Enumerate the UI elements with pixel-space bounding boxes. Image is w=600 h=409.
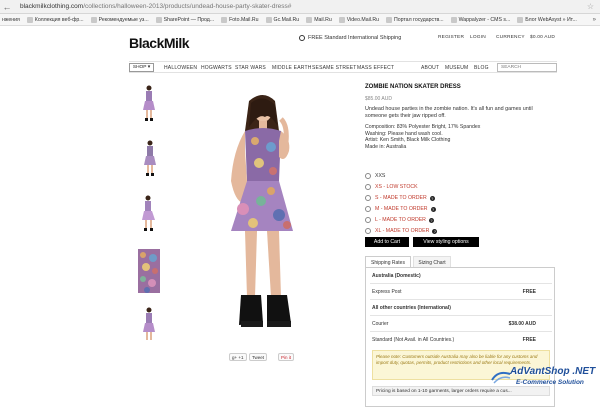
size-radio[interactable] (365, 195, 371, 201)
nav-mass-effect[interactable]: MASS EFFECT (357, 65, 394, 71)
url-text[interactable]: blackmilkclothing.com/collections/hallow… (20, 3, 291, 10)
washing-text: Washing: Please hand wash cool. (365, 130, 443, 137)
divider (370, 315, 552, 316)
help-icon[interactable]: ? (430, 206, 436, 212)
size-radio[interactable] (365, 184, 371, 190)
help-icon[interactable]: ? (432, 228, 438, 234)
page-icon (26, 16, 33, 23)
page-icon (265, 16, 272, 23)
page-icon (338, 16, 345, 23)
shipping-banner: FREE Standard International Shipping (299, 35, 401, 41)
product-thumbnail[interactable] (138, 84, 160, 122)
search-input[interactable]: SEARCH (497, 63, 557, 72)
product-thumbnail[interactable] (138, 194, 160, 232)
product-specs: Composition: 83% Polyester Bright, 17% S… (365, 124, 565, 150)
nav-sesame-street[interactable]: SESAME STREET (312, 65, 357, 71)
divider (370, 299, 552, 300)
product-description: Undead house parties in the zombie natio… (365, 106, 533, 119)
page-icon (90, 16, 97, 23)
help-icon[interactable]: ? (428, 217, 434, 223)
more-bookmarks-icon[interactable]: » (593, 17, 596, 23)
product-title: ZOMBIE NATION SKATER DRESS (365, 84, 461, 90)
styling-options-button[interactable]: View styling options (413, 237, 479, 247)
bookmark-item[interactable]: Блог WebAsyst » Ит... (517, 16, 577, 23)
help-icon[interactable]: ? (429, 195, 435, 201)
shop-dropdown[interactable]: SHOP ▾ (129, 63, 154, 72)
standard-row: Standard (Not Avail. in All Countries.) F… (372, 337, 536, 343)
domestic-heading: Australia (Domestic) (372, 273, 421, 279)
made-in-text: Made in: Australia (365, 143, 407, 150)
size-option[interactable]: XS - LOW STOCK (365, 183, 421, 191)
main-nav: SHOP ▾ HALLOWEEN HOGWARTS STAR WARS MIDD… (129, 61, 557, 73)
page-icon (450, 16, 457, 23)
page-icon (221, 16, 228, 23)
product-thumbnail[interactable] (138, 306, 160, 344)
page-icon (385, 16, 392, 23)
cart-link[interactable]: $0.00 AUD (530, 35, 555, 40)
nav-star-wars[interactable]: STAR WARS (235, 65, 266, 71)
bookmark-item[interactable]: Рекомендуемые уз... (90, 16, 149, 23)
register-link[interactable]: REGISTER (438, 35, 464, 40)
swirl-logo-icon (491, 371, 511, 384)
express-row: Express Post FREE (372, 289, 536, 295)
currency-link[interactable]: CURRENCY (496, 35, 525, 40)
bookmark-item[interactable]: Gc.Mail.Ru (265, 16, 299, 23)
divider (370, 331, 552, 332)
bookmark-item[interactable]: SharePoint — Прод... (155, 16, 214, 23)
fabric-print-thumbnail[interactable] (138, 249, 160, 293)
bookmark-item[interactable]: Video.Mail.Ru (338, 16, 379, 23)
size-radio[interactable] (365, 173, 371, 179)
product-main-image[interactable] (209, 91, 317, 341)
size-option[interactable]: S - MADE TO ORDER? (365, 194, 435, 202)
nav-blog[interactable]: BLOG (474, 65, 489, 71)
international-heading: All other countries (International) (372, 305, 451, 311)
size-radio[interactable] (365, 217, 371, 223)
size-radio[interactable] (365, 206, 371, 212)
bookmarks-bar: нжения Коллекция веб-фр... Рекомендуемые… (0, 14, 600, 26)
address-bar[interactable]: ← blackmilkclothing.com/collections/hall… (0, 0, 600, 14)
gplus-button[interactable]: g+ +1 (229, 353, 247, 361)
add-to-cart-button[interactable]: Add to Cart (365, 237, 409, 247)
bookmark-prefix[interactable]: нжения (2, 17, 20, 23)
size-option[interactable]: L - MADE TO ORDER? (365, 216, 434, 224)
page-icon (306, 16, 313, 23)
product-price: $85.00 AUD (365, 96, 392, 102)
size-option[interactable]: XL - MADE TO ORDER? (365, 227, 438, 235)
page-icon (517, 16, 524, 23)
globe-icon (299, 35, 305, 41)
bookmark-item[interactable]: Foto.Mail.Ru (221, 16, 259, 23)
artist-text: Artist: Ken Smith, Black Milk Clothing (365, 137, 451, 144)
nav-halloween[interactable]: HALLOWEEN (164, 65, 197, 71)
bookmark-item[interactable]: Wappalyzer - CMS s... (450, 16, 510, 23)
bookmark-item[interactable]: Портал государств... (385, 16, 444, 23)
size-option[interactable]: M - MADE TO ORDER? (365, 205, 436, 213)
bookmark-item[interactable]: Коллекция веб-фр... (26, 16, 84, 23)
back-icon[interactable]: ← (0, 2, 14, 12)
courier-row: Courier $38.00 AUD (372, 321, 536, 327)
size-radio[interactable] (365, 228, 371, 234)
nav-museum[interactable]: MUSEUM (445, 65, 468, 71)
login-link[interactable]: LOGIN (470, 35, 486, 40)
divider (370, 283, 552, 284)
bookmark-item[interactable]: Mail.Ru (306, 16, 332, 23)
bookmark-star-icon[interactable]: ☆ (587, 2, 594, 11)
nav-middle-earth[interactable]: MIDDLE EARTH (272, 65, 312, 71)
advantshop-watermark: AdVantShop .NET E-Commerce Solution (490, 366, 600, 394)
tweet-button[interactable]: Tweet (249, 353, 268, 361)
nav-hogwarts[interactable]: HOGWARTS (201, 65, 232, 71)
product-thumbnail[interactable] (138, 139, 160, 177)
page-icon (155, 16, 162, 23)
nav-about[interactable]: ABOUT (421, 65, 439, 71)
composition-text: Composition: 83% Polyester Bright, 17% S… (365, 124, 481, 130)
site-logo[interactable]: BlackMilk (129, 35, 190, 51)
pinterest-button[interactable]: Pin it (278, 353, 295, 361)
size-option[interactable]: XXS (365, 172, 388, 180)
